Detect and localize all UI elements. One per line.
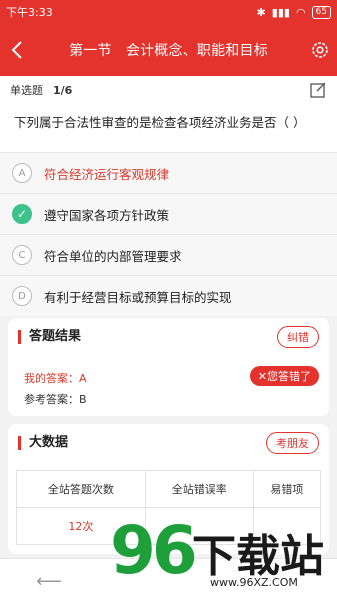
status-time: 下午3:33 — [6, 6, 53, 19]
wrong-answer-badge: ✕您答错了 — [249, 366, 319, 386]
stats-card-title: 大数据 — [18, 436, 68, 450]
stats-header: 易错项 — [252, 470, 322, 508]
previous-arrow-icon[interactable]: ⟵ — [36, 571, 62, 592]
app-bar: 第一节 会计概念、职能和目标 — [0, 24, 337, 76]
option-a[interactable]: A 符合经济运行客观规律 — [0, 152, 337, 193]
signal-icon: ▮▮▮ — [271, 5, 290, 19]
option-d-text: 有利于经营目标或预算目标的实现 — [44, 289, 232, 305]
report-error-button[interactable]: 纠错 — [277, 326, 319, 348]
gear-icon — [312, 42, 328, 58]
stats-table: 全站答题次数 全站错误率 易错项 12次 — [16, 470, 322, 545]
stats-value-row: 12次 — [16, 507, 322, 545]
question-counter: 1/6 — [53, 83, 73, 97]
options-list: A 符合经济运行客观规律 ✓ 遵守国家各项方针政策 C 符合单位的内部管理要求 … — [0, 152, 337, 316]
wifi-icon: ◠ — [295, 5, 306, 19]
stats-header: 全站错误率 — [144, 470, 254, 508]
close-icon: ✕ — [257, 370, 267, 383]
option-b[interactable]: ✓ 遵守国家各项方针政策 — [0, 193, 337, 234]
bluetooth-icon: ✱ — [256, 5, 266, 19]
bottom-bar: ⟵ — [0, 558, 337, 601]
battery-icon: 65 — [311, 5, 331, 19]
option-d-badge: D — [12, 286, 32, 306]
result-card: 答题结果 纠错 我的答案：A 参考答案：B ✕您答错了 — [8, 318, 329, 416]
option-c[interactable]: C 符合单位的内部管理要求 — [0, 234, 337, 275]
stats-value — [252, 507, 322, 545]
stats-value: 12次 — [16, 507, 146, 545]
stats-header: 全站答题次数 — [16, 470, 146, 508]
option-b-text: 遵守国家各项方针政策 — [44, 207, 170, 223]
stats-card: 大数据 考朋友 全站答题次数 全站错误率 易错项 12次 — [8, 424, 329, 554]
edit-note-icon[interactable] — [309, 81, 327, 99]
stats-header-row: 全站答题次数 全站错误率 易错项 — [16, 470, 322, 508]
status-bar: 下午3:33 ✱ ▮▮▮ ◠ 65 — [0, 0, 337, 24]
question-header: 单选题 1/6 — [0, 76, 337, 104]
question-type: 单选题 — [10, 84, 43, 97]
option-c-badge: C — [12, 245, 32, 265]
question-text: 下列属于合法性审查的是检查各项经济业务是否（ ） — [0, 104, 337, 152]
check-icon: ✓ — [12, 204, 32, 224]
settings-button[interactable] — [303, 24, 337, 76]
chevron-left-icon — [11, 41, 22, 59]
reference-answer: 参考答案：B — [24, 393, 87, 406]
result-card-title: 答题结果 — [18, 330, 81, 344]
wrong-answer-text: 您答错了 — [267, 370, 311, 383]
stats-value — [144, 507, 254, 545]
option-a-badge: A — [12, 163, 32, 183]
my-answer: 我的答案：A — [24, 372, 87, 385]
option-a-text: 符合经济运行客观规律 — [44, 166, 170, 182]
challenge-friend-button[interactable]: 考朋友 — [266, 432, 319, 454]
option-c-text: 符合单位的内部管理要求 — [44, 248, 182, 264]
option-d[interactable]: D 有利于经营目标或预算目标的实现 — [0, 275, 337, 316]
page-title: 第一节 会计概念、职能和目标 — [69, 43, 268, 59]
back-button[interactable] — [0, 24, 34, 76]
